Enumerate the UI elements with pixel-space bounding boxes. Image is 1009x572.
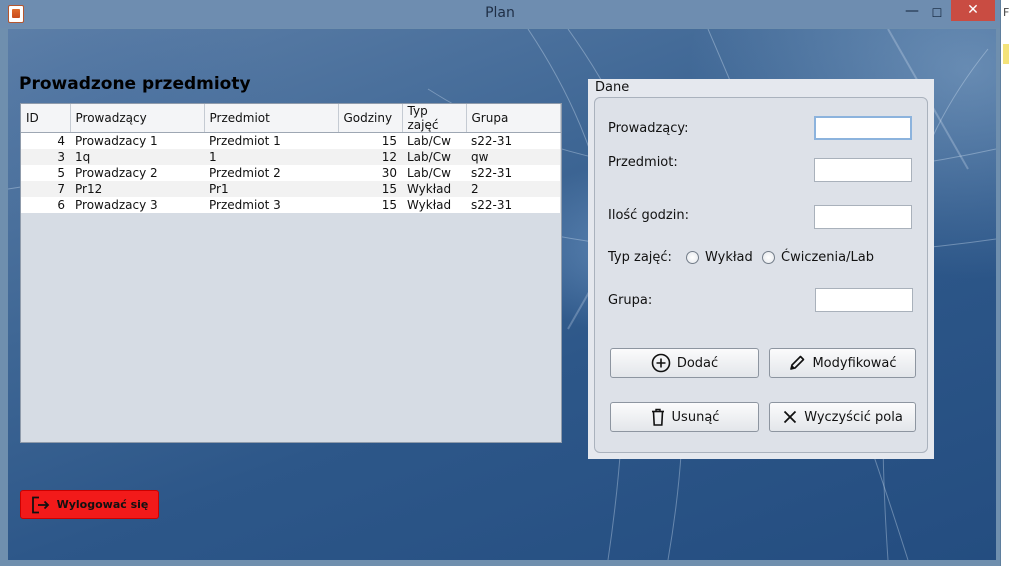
cell-typ: Lab/Cw [402, 149, 466, 165]
cell-typ: Lab/Cw [402, 132, 466, 149]
cell-przedmiot: Przedmiot 2 [204, 165, 338, 181]
cell-prowadzacy: Pr12 [70, 181, 204, 197]
radio-cwiczenia-label: Ćwiczenia/Lab [781, 250, 874, 265]
column-header-grupa[interactable]: Grupa [466, 104, 561, 133]
column-header-przedmiot[interactable]: Przedmiot [204, 104, 339, 133]
grupa-input[interactable] [815, 288, 913, 312]
modify-button-label: Modyfikować [812, 355, 897, 371]
cell-godziny: 15 [338, 197, 402, 213]
cell-godziny: 12 [338, 149, 402, 165]
prowadzacy-input[interactable] [814, 116, 912, 140]
cell-godziny: 15 [338, 181, 402, 197]
cell-typ: Lab/Cw [402, 165, 466, 181]
content-area: Prowadzone przedmioty ID Prowadzący Prze… [8, 29, 996, 560]
cell-id: 7 [21, 181, 70, 197]
cell-typ: Wykład [402, 197, 466, 213]
cell-id: 6 [21, 197, 70, 213]
przedmiot-input[interactable] [814, 158, 912, 182]
cell-przedmiot: Przedmiot 1 [204, 132, 338, 149]
panel-title: Dane [595, 80, 630, 95]
logout-icon [31, 496, 49, 513]
table-row[interactable]: 5 Prowadzacy 2 Przedmiot 2 30 Lab/Cw s22… [21, 165, 560, 181]
table-row[interactable]: 7 Pr12 Pr1 15 Wykład 2 [21, 181, 560, 197]
clear-fields-button[interactable]: Wyczyścić pola [769, 402, 916, 432]
data-panel: Dane Prowadzący: Przedmiot: Ilość godzin… [588, 79, 934, 459]
table-row[interactable]: 4 Prowadzacy 1 Przedmiot 1 15 Lab/Cw s22… [21, 132, 560, 149]
background-window-edge: F [1001, 0, 1009, 572]
cell-grupa: s22-31 [466, 197, 560, 213]
radio-cwiczenia-lab[interactable]: Ćwiczenia/Lab [762, 250, 874, 265]
edge-highlight [1003, 44, 1009, 64]
cell-prowadzacy: Prowadzacy 1 [70, 132, 204, 149]
cell-godziny: 30 [338, 165, 402, 181]
trash-icon [651, 408, 664, 426]
page-heading: Prowadzone przedmioty [19, 74, 251, 94]
cell-id: 5 [21, 165, 70, 181]
maximize-button[interactable]: ☐ [925, 4, 949, 22]
subjects-table[interactable]: ID Prowadzący Przedmiot Godziny Typ zaję… [20, 103, 562, 443]
cell-grupa: qw [466, 149, 560, 165]
x-icon [784, 410, 797, 424]
typ-zajec-label: Typ zajęć: [608, 250, 672, 265]
cell-grupa: 2 [466, 181, 560, 197]
cell-typ: Wykład [402, 181, 466, 197]
grupa-label: Grupa: [608, 293, 653, 308]
close-button[interactable]: ✕ [951, 0, 995, 21]
cell-prowadzacy: Prowadzacy 2 [70, 165, 204, 181]
radio-wyklad[interactable]: Wykład [686, 250, 753, 265]
column-header-id[interactable]: ID [21, 104, 71, 133]
cell-id: 3 [21, 149, 70, 165]
column-header-prowadzacy[interactable]: Prowadzący [70, 104, 205, 133]
cell-przedmiot: Przedmiot 3 [204, 197, 338, 213]
cell-przedmiot: 1 [204, 149, 338, 165]
delete-button-label: Usunąć [671, 409, 720, 425]
cell-godziny: 15 [338, 132, 402, 149]
add-button-label: Dodać [676, 355, 719, 371]
column-header-typ[interactable]: Typ zajęć [402, 104, 467, 133]
prowadzacy-label: Prowadzący: [608, 121, 689, 136]
cell-id: 4 [21, 132, 70, 149]
table-row[interactable]: 3 1q 1 12 Lab/Cw qw [21, 149, 560, 165]
radio-wyklad-label: Wykład [705, 250, 753, 265]
cell-grupa: s22-31 [466, 165, 560, 181]
form-group: Prowadzący: Przedmiot: Ilość godzin: Typ… [594, 97, 928, 453]
cell-prowadzacy: 1q [70, 149, 204, 165]
window-title: Plan [485, 5, 515, 21]
radio-circle-icon [686, 251, 699, 264]
edge-text: F [1003, 6, 1009, 19]
cell-przedmiot: Pr1 [204, 181, 338, 197]
godziny-label: Ilość godzin: [608, 208, 689, 223]
table-header-row: ID Prowadzący Przedmiot Godziny Typ zaję… [21, 104, 561, 133]
logout-button[interactable]: Wylogować się [20, 490, 159, 519]
table-row[interactable]: 6 Prowadzacy 3 Przedmiot 3 15 Wykład s22… [21, 197, 560, 213]
logout-button-label: Wylogować się [56, 498, 149, 511]
godziny-input[interactable] [814, 205, 912, 229]
app-window: Plan — ☐ ✕ Prowadzone przedmioty ID Prow… [0, 0, 1001, 566]
radio-circle-icon [762, 251, 775, 264]
modify-button[interactable]: Modyfikować [769, 348, 916, 378]
pencil-icon [790, 355, 805, 370]
cell-prowadzacy: Prowadzacy 3 [70, 197, 204, 213]
minimize-button[interactable]: — [900, 4, 924, 22]
add-button[interactable]: Dodać [610, 348, 759, 378]
title-bar[interactable]: Plan — ☐ ✕ [0, 0, 1000, 28]
delete-button[interactable]: Usunąć [610, 402, 759, 432]
column-header-godziny[interactable]: Godziny [338, 104, 403, 133]
clear-fields-button-label: Wyczyścić pola [804, 409, 903, 425]
plus-circle-icon [651, 353, 671, 373]
przedmiot-label: Przedmiot: [608, 155, 678, 170]
cell-grupa: s22-31 [466, 132, 560, 149]
